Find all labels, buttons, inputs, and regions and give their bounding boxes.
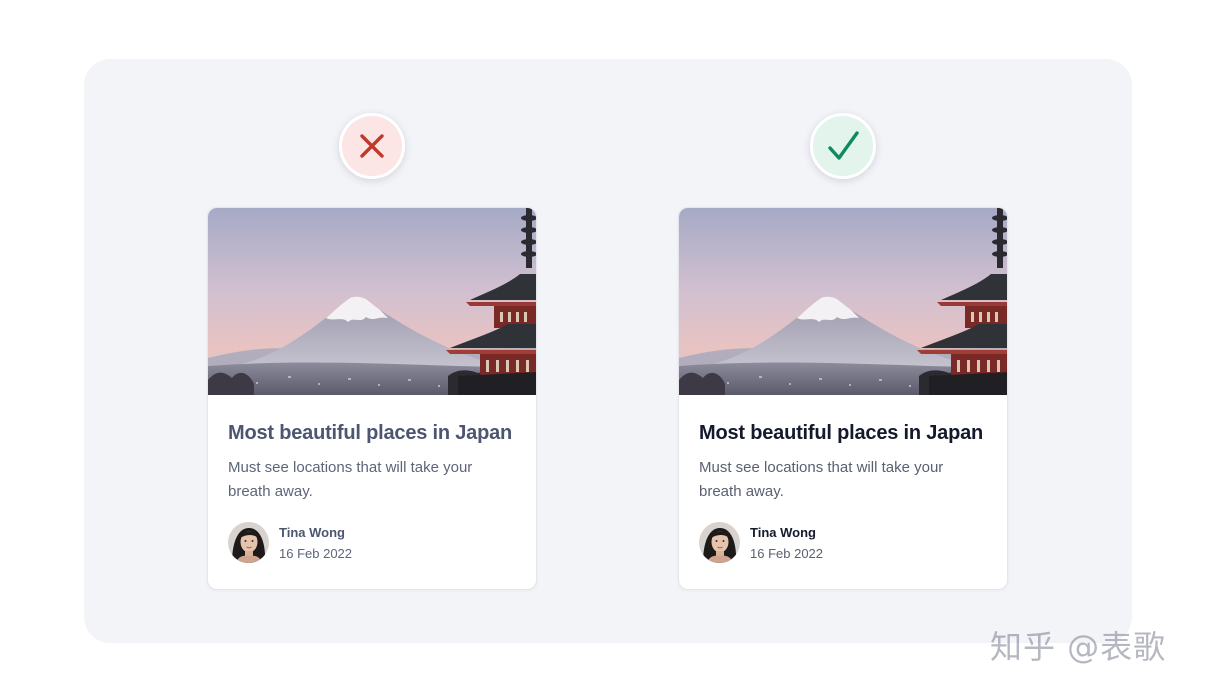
- article-cover-image: [679, 208, 1008, 395]
- publish-date: 16 Feb 2022: [750, 546, 824, 561]
- watermark: 知乎 @表歌: [990, 628, 1167, 666]
- check-mark-icon: [828, 131, 859, 160]
- article-card-incorrect[interactable]: Most beautiful places in Japan Must see …: [207, 207, 537, 590]
- author-name: Tina Wong: [750, 525, 816, 540]
- article-cover-image: [208, 208, 537, 395]
- article-title: Most beautiful places in Japan: [228, 422, 513, 444]
- correct-badge: [810, 113, 876, 179]
- article-description: Must see locations that will take your b…: [228, 459, 473, 500]
- author-name: Tina Wong: [279, 525, 345, 540]
- incorrect-badge: [339, 113, 405, 179]
- article-card-correct[interactable]: Most beautiful places in Japan Must see …: [678, 207, 1008, 590]
- author-avatar: [228, 522, 269, 563]
- x-mark-icon: [360, 134, 384, 158]
- publish-date: 16 Feb 2022: [279, 546, 353, 561]
- article-description: Must see locations that will take your b…: [699, 459, 944, 500]
- author-avatar: [699, 522, 740, 563]
- article-title: Most beautiful places in Japan: [699, 422, 984, 444]
